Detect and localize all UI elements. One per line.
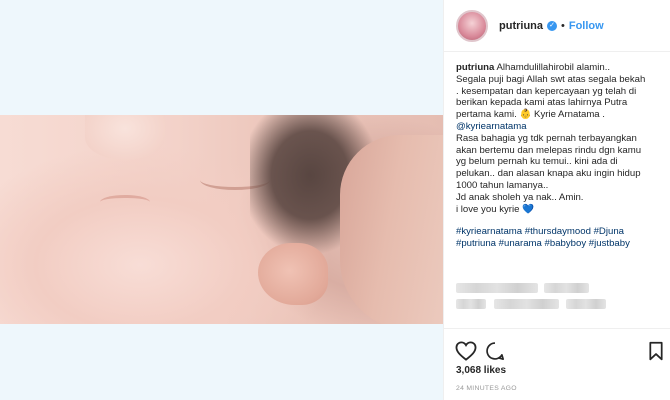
hashtag-line[interactable]: #kyriearnatama #thursdaymood #Djuna bbox=[456, 226, 666, 238]
mention-link[interactable]: @kyriearnatama bbox=[456, 121, 666, 133]
caption-line: yg belum pernah ku temui.. kini ada di bbox=[456, 156, 618, 168]
photo-nose bbox=[85, 115, 165, 160]
blurred-comment bbox=[544, 283, 589, 293]
caption-line: pertama kami. 👶 Kyrie Arnatama . bbox=[456, 109, 605, 121]
caption-line: pelukan.. dan alasan knapa aku ingin hid… bbox=[456, 168, 641, 180]
caption-line: berikan kepada kami atas lahirnya Putra bbox=[456, 97, 628, 109]
caption-line: i love you kyrie 💙 bbox=[456, 203, 535, 215]
header-username[interactable]: putriuna bbox=[499, 20, 543, 32]
caption-line: 1000 tahun lamanya.. bbox=[456, 179, 549, 191]
heart-icon[interactable] bbox=[455, 341, 477, 361]
photo-hand bbox=[340, 135, 443, 324]
hashtag-line[interactable]: #putriuna #unarama #babyboy #justbaby bbox=[456, 238, 666, 250]
post-caption: putriuna Alhamdulillahirobil alamin.. Se… bbox=[456, 62, 666, 250]
blurred-comment bbox=[494, 299, 559, 309]
photo-mouth bbox=[100, 195, 150, 209]
blurred-comment bbox=[566, 299, 606, 309]
header-separator: • bbox=[561, 19, 565, 32]
caption-line: Rasa bahagia yg tdk pernah terbayangkan bbox=[456, 132, 637, 144]
bookmark-icon[interactable] bbox=[649, 341, 663, 361]
post-timestamp[interactable]: 24 MINUTES AGO bbox=[456, 385, 517, 392]
comment-icon[interactable] bbox=[485, 341, 505, 361]
blurred-comment bbox=[456, 283, 538, 293]
verified-badge-icon: ✓ bbox=[547, 20, 557, 31]
photo-ear bbox=[258, 243, 328, 305]
blurred-comment bbox=[456, 299, 486, 309]
baby-photo[interactable] bbox=[0, 115, 443, 324]
caption-text: Alhamdulillahirobil alamin.. bbox=[496, 62, 611, 73]
post-actions: 3,068 likes 24 MINUTES AGO bbox=[444, 328, 670, 400]
caption-username[interactable]: putriuna bbox=[456, 62, 494, 73]
likes-count[interactable]: 3,068 likes bbox=[456, 365, 506, 376]
post-media-area bbox=[0, 0, 443, 400]
caption-line: akan bertemu dan melepas rindu dgn kamu bbox=[456, 144, 642, 156]
caption-line: Jd anak sholeh ya nak.. Amin. bbox=[456, 191, 584, 203]
caption-line: . kesempatan dan kepercayaan yg telah di bbox=[456, 85, 637, 97]
caption-line: putriuna Alhamdulillahirobil alamin.. bbox=[456, 62, 666, 74]
post-header: putriuna ✓ • Follow bbox=[444, 0, 670, 52]
follow-button[interactable]: Follow bbox=[569, 20, 604, 32]
post-sidebar: putriuna ✓ • Follow putriuna Alhamdulill… bbox=[443, 0, 670, 400]
caption-line: Segala puji bagi Allah swt atas segala b… bbox=[456, 73, 646, 85]
avatar[interactable] bbox=[456, 9, 488, 42]
